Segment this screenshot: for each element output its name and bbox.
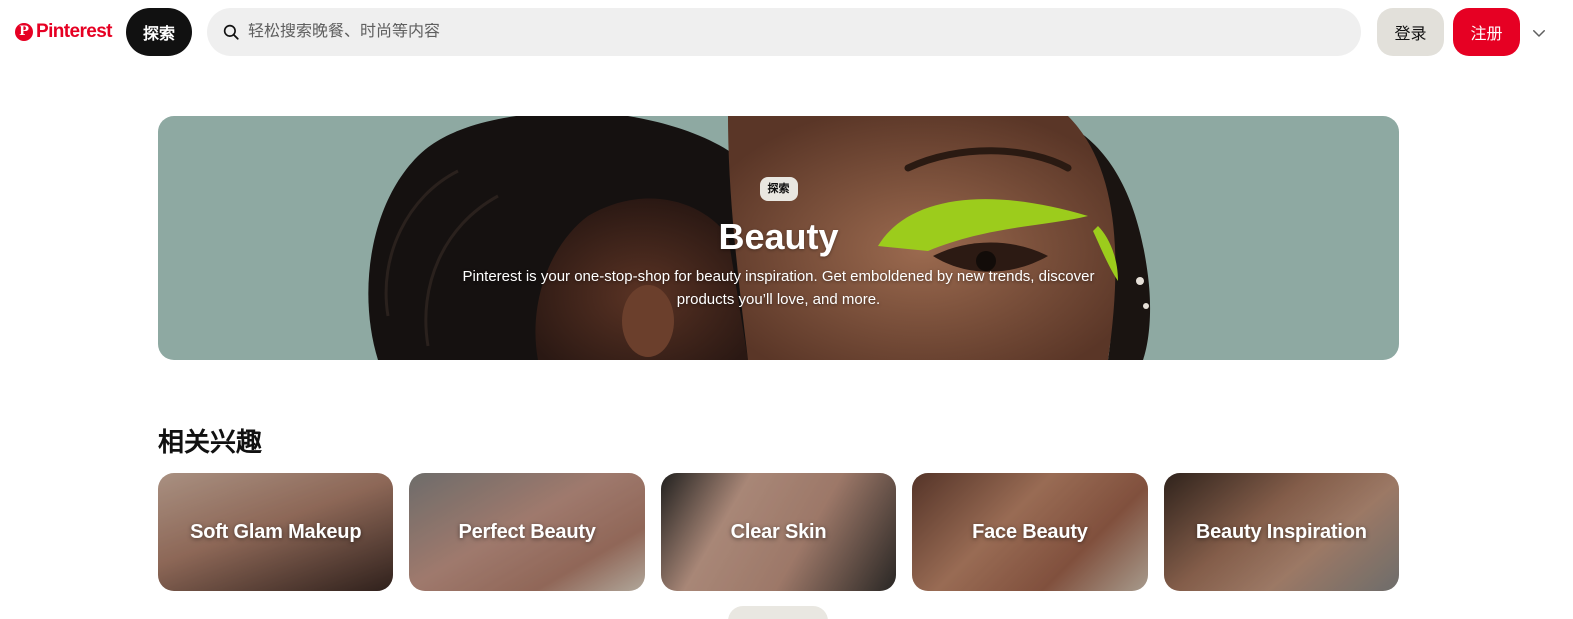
hero-description: Pinterest is your one-stop-shop for beau… bbox=[462, 268, 1095, 308]
interest-card-label: Perfect Beauty bbox=[458, 520, 596, 543]
interest-card-label: Clear Skin bbox=[730, 520, 827, 543]
hero-title: Beauty bbox=[718, 216, 839, 257]
pinterest-logo[interactable]: P Pinterest bbox=[15, 20, 113, 44]
interest-card[interactable]: Perfect Beauty bbox=[409, 473, 645, 591]
interest-card[interactable]: Clear Skin bbox=[660, 473, 897, 591]
chevron-down-icon[interactable] bbox=[1530, 24, 1548, 42]
show-more-button[interactable] bbox=[728, 606, 828, 619]
search-icon bbox=[223, 24, 239, 40]
interest-card-label: Face Beauty bbox=[972, 520, 1088, 543]
interest-card[interactable]: Face Beauty bbox=[912, 473, 1148, 591]
explore-badge: 探索 bbox=[759, 177, 798, 201]
hero-content: 探索 Beauty Pinterest is your one-stop-sho… bbox=[158, 116, 1399, 360]
search-input[interactable] bbox=[248, 23, 1248, 41]
interest-card[interactable]: Beauty Inspiration bbox=[1163, 473, 1400, 591]
hero-banner: 探索 Beauty Pinterest is your one-stop-sho… bbox=[158, 116, 1399, 360]
explore-nav-button[interactable]: 探索 bbox=[126, 8, 192, 56]
search-bar[interactable] bbox=[207, 8, 1361, 56]
interest-card[interactable]: Soft Glam Makeup bbox=[158, 473, 394, 591]
pinterest-logo-icon: P bbox=[15, 23, 33, 41]
signup-button[interactable]: 注册 bbox=[1453, 8, 1520, 56]
login-button[interactable]: 登录 bbox=[1377, 8, 1444, 56]
top-navigation-bar: P Pinterest 探索 登录 注册 bbox=[0, 0, 1573, 64]
related-interests-title: 相关兴趣 bbox=[158, 427, 263, 457]
related-interests-list: Soft Glam Makeup Perfect Beauty Clear Sk… bbox=[158, 473, 1400, 591]
pinterest-logo-text: Pinterest bbox=[36, 21, 113, 42]
interest-card-label: Beauty Inspiration bbox=[1195, 520, 1367, 543]
interest-card-label: Soft Glam Makeup bbox=[190, 520, 362, 543]
